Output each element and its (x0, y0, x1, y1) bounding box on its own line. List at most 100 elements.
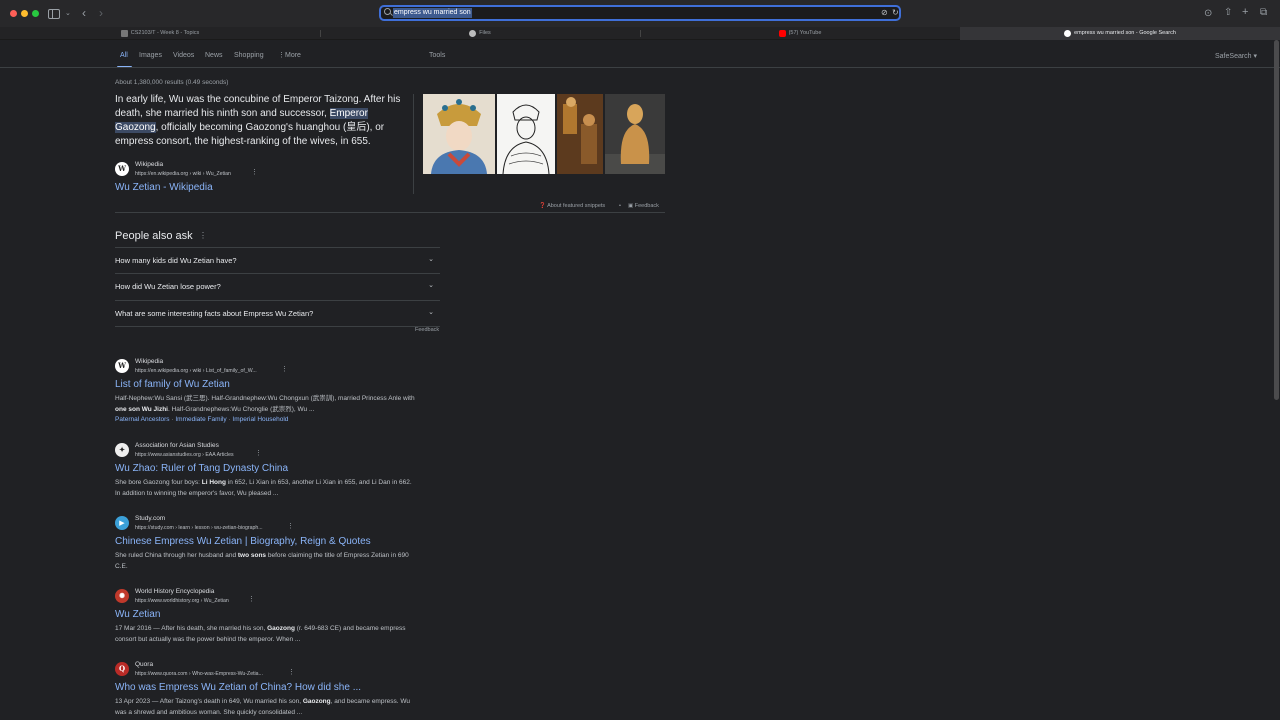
back-arrow-icon[interactable]: ‹ (82, 6, 86, 20)
paa-question[interactable]: What are some interesting facts about Em… (115, 309, 313, 318)
minimize-window-button[interactable] (21, 10, 28, 17)
about-featured-snippets-link[interactable]: ❓ About featured snippets (539, 203, 605, 209)
address-bar[interactable]: empress wu married son ⊘ ↻ (379, 5, 901, 21)
more-options-icon[interactable]: ⋮ (251, 168, 258, 176)
tab-files[interactable]: Files (320, 27, 640, 40)
tools-button[interactable]: Tools (429, 49, 445, 63)
featured-snippet-text: In early life, Wu was the concubine of E… (115, 93, 410, 149)
asian-studies-icon: ✦ (115, 443, 129, 457)
source-name: Association for Asian Studies (135, 442, 219, 449)
source-url: https://www.worldhistory.org › Wu_Zetian (135, 598, 229, 604)
snippet-text-part: , officially becoming Gaozong's huanghou… (115, 122, 385, 147)
tab-google-search[interactable]: empress wu married son - Google Search (960, 27, 1280, 40)
tab-shopping[interactable]: Shopping (234, 49, 264, 63)
tab-label: CS2103/T - Week 8 - Topics (130, 30, 200, 36)
reload-icon[interactable]: ↻ (892, 7, 899, 19)
tab-bar: CS2103/T - Week 8 - Topics Files (57) Yo… (0, 27, 1280, 40)
chevron-down-icon[interactable]: ⌄ (425, 280, 437, 292)
forward-arrow-icon[interactable]: › (99, 6, 103, 20)
desc-bold: Gaozong (302, 698, 331, 705)
featured-result-title[interactable]: Wu Zetian - Wikipedia (115, 182, 213, 193)
new-tab-icon[interactable]: + (1242, 5, 1248, 19)
featured-bottom-divider (115, 212, 665, 213)
chevron-down-icon[interactable]: ⌄ (65, 7, 71, 21)
page-scrollbar[interactable] (1274, 40, 1279, 400)
source-name: Study.com (135, 515, 166, 522)
wu-zetian-statue-image[interactable] (605, 94, 665, 174)
desc-part: She ruled China through her husband and (115, 552, 238, 559)
chevron-down-icon[interactable]: ⌄ (425, 307, 437, 319)
result-description: Half-Nephew:Wu Sansi (武三思). Half-Grandne… (115, 393, 415, 415)
result-title[interactable]: Wu Zhao: Ruler of Tang Dynasty China (115, 463, 288, 474)
result-title[interactable]: Who was Empress Wu Zetian of China? How … (115, 682, 361, 693)
world-history-icon: ✺ (115, 589, 129, 603)
more-options-icon[interactable]: ⋮ (281, 365, 288, 373)
tab-label: Files (479, 30, 491, 36)
more-options-icon[interactable]: ⋮ (255, 449, 262, 457)
source-url: https://en.wikipedia.org › wiki › List_o… (135, 368, 257, 374)
search-icon (384, 8, 391, 15)
downloads-icon[interactable]: ⊙ (1204, 7, 1212, 21)
wu-zetian-painting-image[interactable] (557, 94, 603, 174)
paa-divider (115, 300, 440, 301)
result-description: She ruled China through her husband and … (115, 550, 415, 572)
result-title[interactable]: List of family of Wu Zetian (115, 379, 230, 390)
more-options-icon[interactable]: ⋮ (287, 522, 294, 530)
tab-all[interactable]: All (120, 49, 128, 63)
tab-cs2103[interactable]: CS2103/T - Week 8 - Topics (0, 27, 320, 40)
fullscreen-window-button[interactable] (32, 10, 39, 17)
source-url: https://study.com › learn › lesson › wu-… (135, 525, 263, 531)
browser-toolbar: ⌄ ‹ › empress wu married son ⊘ ↻ ⊙ ⇧ + ⧉ (0, 0, 1280, 27)
study-com-icon: ▶ (115, 516, 129, 530)
youtube-icon (778, 30, 786, 37)
paa-question[interactable]: How did Wu Zetian lose power? (115, 282, 221, 291)
sidebar-toggle-icon[interactable] (48, 9, 60, 19)
wikipedia-icon: W (115, 359, 129, 373)
sublink[interactable]: Imperial Household (232, 416, 288, 423)
caret-down-icon: ▾ (1253, 53, 1258, 60)
tab-news[interactable]: News (205, 49, 223, 63)
tab-label: (57) YouTube (788, 30, 822, 36)
sublink[interactable]: Paternal Ancestors (115, 416, 170, 423)
desc-part: She bore Gaozong four boys: (115, 479, 202, 486)
result-title[interactable]: Wu Zetian (115, 609, 160, 620)
more-options-icon[interactable]: ⋮ (288, 668, 295, 676)
tab-youtube[interactable]: (57) YouTube (640, 27, 960, 40)
snippet-divider (413, 94, 414, 194)
source-name: World History Encyclopedia (135, 588, 215, 595)
result-description: She bore Gaozong four boys: Li Hong in 6… (115, 477, 415, 499)
dot-separator: • (619, 203, 621, 209)
tab-more[interactable]: More (285, 49, 301, 63)
more-dots-icon[interactable]: ⋮ (278, 49, 285, 63)
desc-bold: one son Wu Jizhi (115, 406, 168, 413)
desc-bold: Li Hong (201, 479, 226, 486)
wu-zetian-sketch-image[interactable] (497, 94, 555, 174)
share-icon[interactable]: ⇧ (1224, 6, 1232, 20)
chevron-down-icon[interactable]: ⌄ (425, 254, 437, 266)
desc-part: . Half-Grandnephews:Wu Chonglie (武崇烈), W… (167, 406, 315, 413)
feedback-icon: ▣ (628, 203, 635, 209)
paa-question[interactable]: How many kids did Wu Zetian have? (115, 256, 237, 265)
feedback-label: Feedback (634, 203, 659, 209)
paa-feedback-link[interactable]: Feedback (415, 327, 439, 333)
privacy-report-icon[interactable]: ⊘ (881, 7, 888, 19)
safesearch-button[interactable]: SafeSearch ▾ (1215, 52, 1257, 60)
nav-divider (0, 67, 1280, 68)
desc-part: Half-Nephew:Wu Sansi (武三思). Half-Grandne… (115, 395, 415, 402)
paa-options-icon[interactable]: ⋮ (199, 231, 207, 240)
desc-part: 13 Apr 2023 — After Taizong's death in 6… (115, 698, 303, 705)
tab-images[interactable]: Images (139, 49, 162, 63)
result-title[interactable]: Chinese Empress Wu Zetian | Biography, R… (115, 536, 371, 547)
source-name: Quora (135, 661, 154, 668)
more-options-icon[interactable]: ⋮ (248, 595, 255, 603)
snippet-feedback-link[interactable]: ▣ Feedback (628, 203, 659, 209)
tab-videos[interactable]: Videos (173, 49, 194, 63)
close-window-button[interactable] (10, 10, 17, 17)
address-text[interactable]: empress wu married son (393, 8, 472, 18)
tab-overview-icon[interactable]: ⧉ (1260, 6, 1267, 20)
source-url: https://en.wikipedia.org › wiki › Wu_Zet… (135, 171, 231, 177)
wu-zetian-portrait-image[interactable] (423, 94, 495, 174)
sublink[interactable]: Immediate Family (175, 416, 226, 423)
desc-bold: two sons (237, 552, 267, 559)
desc-part: 17 Mar 2016 — After his death, she marri… (115, 625, 268, 632)
